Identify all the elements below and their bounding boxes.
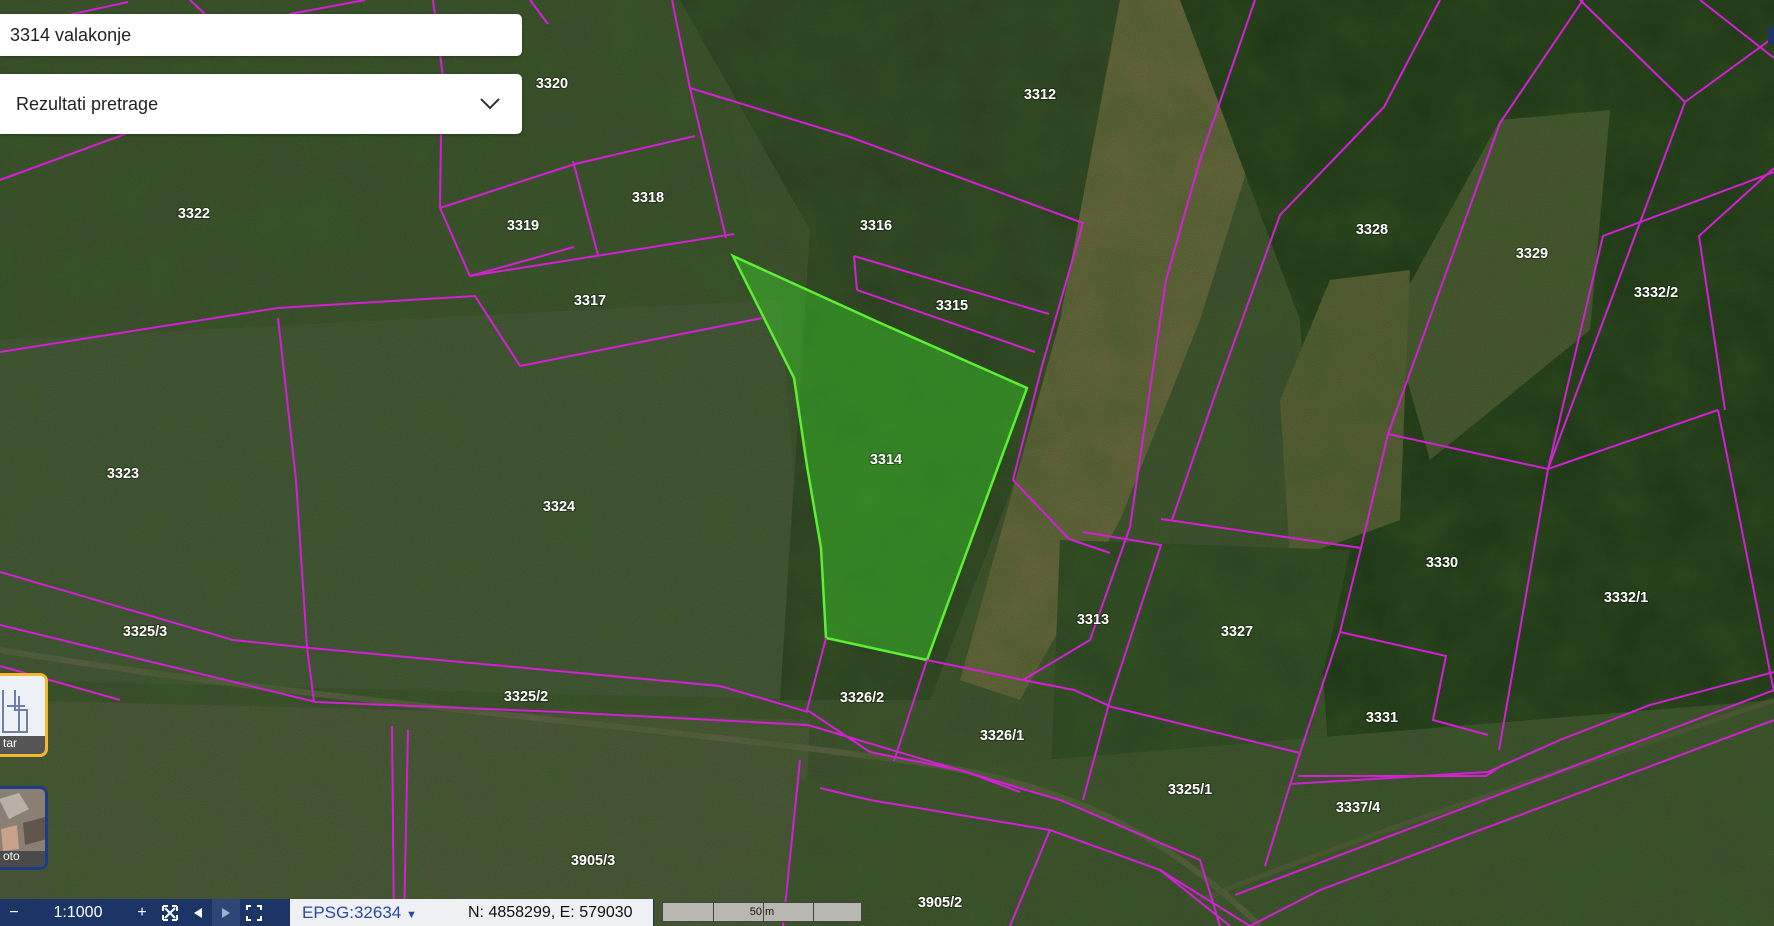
parcel-label: 3905/2 (918, 895, 962, 911)
parcel-label: 3332/2 (1634, 285, 1678, 301)
arrow-left-icon (194, 907, 202, 918)
parcel-label: 3325/2 (504, 689, 548, 705)
parcel-label: 3325/3 (123, 624, 167, 640)
projection-select[interactable]: EPSG:32634 ▼ (290, 903, 462, 923)
layer-button-ortho[interactable]: oto (0, 786, 48, 870)
parcel-label: 3323 (107, 466, 139, 482)
parcel-label: 3314 (870, 452, 902, 468)
zoom-out-button[interactable]: − (0, 899, 28, 926)
layer-button-cadastre[interactable]: tar (0, 673, 48, 757)
scale-bar-label: 50 m (749, 906, 775, 918)
parcel-label: 3330 (1426, 555, 1458, 571)
caret-down-icon: ▼ (405, 908, 417, 921)
parcel-label: 3319 (507, 218, 539, 234)
search-box[interactable] (0, 14, 522, 56)
cadastral-map[interactable]: 3320 3312 3322 3318 3319 3316 3328 3329 … (0, 0, 1774, 926)
parcel-label: 3329 (1516, 246, 1548, 262)
parcel-label: 3326/1 (980, 728, 1024, 744)
scale-bar: 50 m (662, 902, 862, 922)
parcel-label: 3324 (543, 499, 575, 515)
parcel-label: 3318 (632, 190, 664, 206)
zoom-in-button[interactable]: + (128, 899, 156, 926)
map-scale-display[interactable]: 1:1000 (28, 904, 128, 922)
parcel-label: 3317 (574, 293, 606, 309)
fullscreen-icon (246, 904, 262, 921)
parcel-label: 3315 (936, 298, 968, 314)
projection-panel: EPSG:32634 ▼ N: 4858299, E: 579030 (290, 899, 653, 926)
zoom-extent-icon (162, 904, 178, 921)
cursor-coordinates: N: 4858299, E: 579030 (468, 903, 633, 921)
parcel-label: 3316 (860, 218, 892, 234)
search-results-dropdown[interactable]: Rezultati pretrage (0, 74, 522, 134)
parcel-label: 3322 (178, 206, 210, 222)
parcel-label: 3313 (1077, 612, 1109, 628)
parcel-label: 3326/2 (840, 690, 884, 706)
map-toolbar: − 1:1000 + EPSG:32634 ▼ N: 4858299, E: 5… (0, 899, 654, 926)
search-input[interactable] (8, 23, 522, 47)
parcel-label: 3328 (1356, 222, 1388, 238)
projection-label: EPSG:32634 (302, 902, 402, 922)
next-view-button[interactable] (212, 899, 240, 926)
zoom-extent-button[interactable] (156, 899, 184, 926)
parcel-label: 3320 (536, 76, 568, 92)
arrow-right-icon (222, 907, 230, 918)
parcel-label: 3327 (1221, 624, 1253, 640)
layer-label-ortho: oto (3, 849, 20, 863)
parcel-label: 3332/1 (1604, 590, 1648, 606)
parcel-label: 3312 (1024, 87, 1056, 103)
search-results-label: Rezultati pretrage (16, 93, 159, 114)
parcel-label: 3337/4 (1336, 800, 1380, 816)
edge-marker (1768, 26, 1774, 44)
parcel-label: 3905/3 (571, 853, 615, 869)
parcel-label: 3331 (1366, 710, 1398, 726)
layer-label-cadastre: tar (3, 736, 18, 750)
fullscreen-button[interactable] (240, 899, 268, 926)
chevron-down-icon (480, 94, 500, 115)
parcel-label: 3325/1 (1168, 782, 1212, 798)
previous-view-button[interactable] (184, 899, 212, 926)
